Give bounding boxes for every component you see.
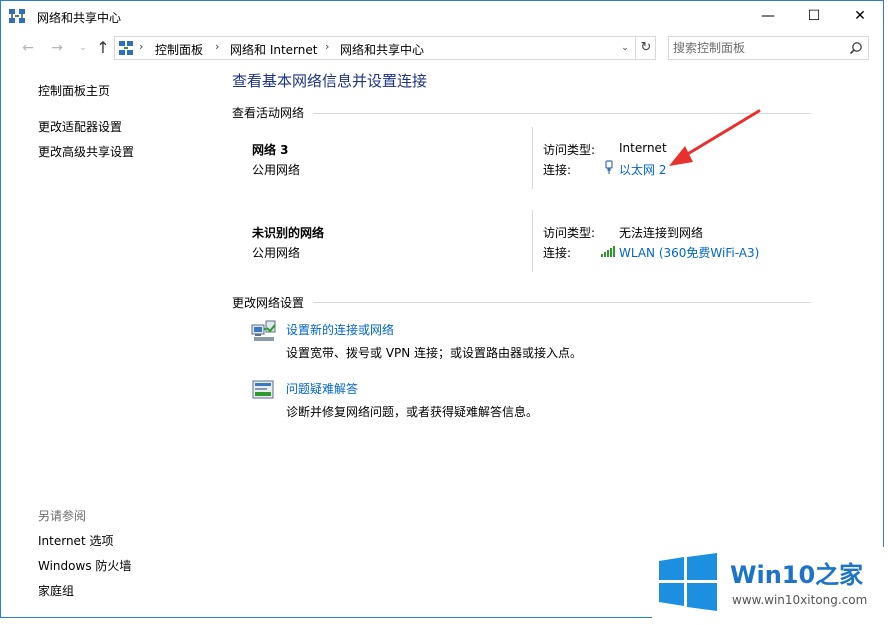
breadcrumb-separator: › [325, 40, 330, 53]
watermark-site: www.win10xitong.com [732, 593, 868, 607]
troubleshoot-icon [252, 380, 274, 399]
up-button[interactable]: ↑ [93, 38, 113, 58]
sidebar-link-change-adapter-settings[interactable]: 更改适配器设置 [38, 118, 122, 135]
sidebar-link-change-advanced-sharing[interactable]: 更改高级共享设置 [38, 143, 134, 160]
ethernet-icon [605, 160, 613, 174]
connection-link-wlan[interactable]: WLAN (360免费WiFi-A3) [619, 244, 759, 261]
connection-link-ethernet[interactable]: 以太网 2 [619, 161, 666, 178]
network-name: 未识别的网络 [252, 226, 325, 240]
network-center-icon [9, 9, 25, 23]
refresh-button[interactable]: ↻ [635, 37, 656, 59]
breadcrumb-separator: › [139, 40, 144, 53]
access-type-value: 无法连接到网络 [619, 226, 704, 240]
network-center-icon [119, 41, 133, 55]
task-link-setup-connection[interactable]: 设置新的连接或网络 [286, 321, 394, 338]
access-type-label: 访问类型: [543, 226, 596, 240]
address-dropdown-button[interactable]: ⌄ [615, 37, 635, 59]
network-name: 网络 3 [252, 143, 289, 157]
task-description: 设置宽带、拨号或 VPN 连接；或设置路由器或接入点。 [286, 346, 583, 360]
recent-locations-button[interactable]: ⌄ [73, 38, 93, 58]
change-settings-title: 更改网络设置 [232, 296, 305, 310]
site-watermark: Win10之家 www.win10xitong.com [652, 547, 888, 625]
search-box[interactable] [668, 36, 869, 60]
close-button[interactable]: ✕ [837, 1, 883, 31]
network-category[interactable]: 公用网络 [252, 161, 300, 178]
breadcrumb-control-panel[interactable]: 控制面板 [155, 41, 203, 58]
window-title: 网络和共享中心 [37, 11, 122, 25]
title-bar[interactable]: 网络和共享中心 — ☐ ✕ [1, 1, 883, 31]
annotation-arrow [669, 109, 761, 166]
network-setup-icon [251, 320, 276, 341]
search-icon[interactable] [849, 41, 863, 55]
minimize-button[interactable]: — [745, 1, 791, 31]
network-category[interactable]: 公用网络 [252, 244, 300, 261]
back-button[interactable]: ← [18, 38, 38, 58]
network-sharing-center-window: 网络和共享中心 — ☐ ✕ ← → ⌄ ↑ › 控制面板 › 网络和 Inter… [0, 0, 884, 618]
access-type-value: Internet [619, 141, 667, 155]
address-bar[interactable]: › 控制面板 › 网络和 Internet › 网络和共享中心 ⌄ ↻ [114, 36, 656, 60]
sidebar-link-control-panel-home[interactable]: 控制面板主页 [38, 82, 110, 99]
breadcrumb-network-internet[interactable]: 网络和 Internet [230, 41, 317, 58]
sidebar-link-homegroup[interactable]: 家庭组 [38, 582, 74, 599]
sidebar-link-windows-firewall[interactable]: Windows 防火墙 [38, 557, 131, 574]
sidebar-link-internet-options[interactable]: Internet 选项 [38, 532, 113, 549]
task-link-troubleshoot[interactable]: 问题疑难解答 [286, 380, 358, 397]
active-networks-title: 查看活动网络 [232, 106, 305, 120]
connection-label: 连接: [543, 246, 572, 260]
watermark-brand: Win10之家 [730, 561, 864, 589]
windows-logo-icon [659, 553, 717, 611]
breadcrumb-separator: › [215, 40, 220, 53]
wifi-signal-icon [601, 246, 615, 257]
connection-label: 连接: [543, 163, 572, 177]
maximize-button[interactable]: ☐ [791, 1, 837, 31]
forward-button[interactable]: → [47, 38, 67, 58]
network-divider [532, 127, 533, 189]
breadcrumb-network-sharing-center[interactable]: 网络和共享中心 [340, 41, 424, 58]
page-title: 查看基本网络信息并设置连接 [232, 72, 428, 90]
search-input[interactable] [673, 40, 843, 56]
task-description: 诊断并修复网络问题，或者获得疑难解答信息。 [286, 405, 539, 419]
section-divider [313, 302, 811, 303]
see-also-heading: 另请参阅 [38, 509, 87, 523]
navigation-bar: ← → ⌄ ↑ › 控制面板 › 网络和 Internet › 网络和共享中心 … [1, 34, 883, 62]
access-type-label: 访问类型: [543, 143, 596, 157]
network-divider [532, 210, 533, 272]
